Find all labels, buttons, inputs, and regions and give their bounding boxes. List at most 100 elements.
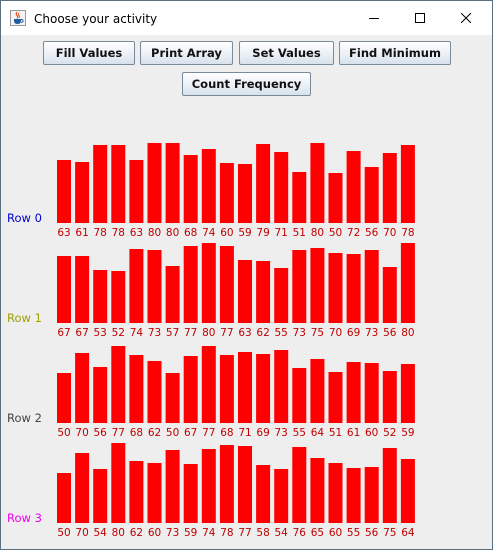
value-label: 80 (202, 327, 215, 339)
bar (219, 445, 234, 523)
bar (238, 260, 252, 323)
value-label: 57 (166, 327, 179, 339)
value-label: 54 (275, 527, 289, 539)
value-label: 59 (401, 427, 414, 439)
value-label: 70 (75, 427, 88, 439)
value-label: 74 (202, 527, 216, 539)
row-label: Row 1 (7, 311, 42, 325)
value-label: 52 (383, 427, 396, 439)
bar (382, 371, 397, 423)
value-label: 67 (184, 427, 197, 439)
bar (292, 172, 307, 223)
row-label: Row 3 (7, 511, 42, 525)
bar (219, 163, 234, 223)
bar (238, 164, 252, 223)
bar (364, 467, 379, 523)
close-button[interactable] (443, 1, 489, 35)
row-label: Row 0 (7, 211, 42, 225)
value-label: 73 (166, 527, 179, 539)
bar (93, 145, 108, 223)
value-label: 69 (347, 327, 360, 339)
value-label: 76 (293, 527, 307, 539)
value-label: 64 (401, 527, 415, 539)
bar (201, 149, 216, 223)
bar (274, 469, 289, 523)
value-label: 78 (220, 527, 233, 539)
maximize-button[interactable] (397, 1, 443, 35)
bar (364, 167, 379, 223)
value-label: 51 (329, 427, 342, 439)
value-label: 55 (347, 527, 360, 539)
value-label: 70 (75, 527, 88, 539)
value-label: 50 (57, 427, 70, 439)
value-label: 67 (75, 327, 88, 339)
bar (183, 155, 198, 223)
value-label: 51 (293, 227, 306, 239)
title-bar[interactable]: Choose your activity (1, 1, 492, 35)
bar (165, 373, 180, 423)
bar (364, 250, 379, 323)
bar (346, 362, 361, 423)
bar (382, 448, 397, 523)
bar (129, 461, 144, 523)
value-label: 50 (329, 227, 342, 239)
bar (364, 363, 379, 423)
bar (57, 256, 71, 323)
minimize-icon (369, 18, 379, 19)
bar (382, 153, 397, 223)
bar (328, 173, 343, 223)
bar (346, 151, 361, 223)
value-label: 69 (256, 427, 269, 439)
close-icon (461, 13, 471, 23)
value-label: 59 (184, 527, 197, 539)
value-label: 78 (401, 227, 414, 239)
value-label: 59 (238, 227, 251, 239)
bar (201, 243, 216, 323)
value-label: 56 (365, 227, 379, 239)
bar (57, 373, 71, 423)
value-label: 72 (347, 227, 360, 239)
row-3: Row 3 50 70 54 80 62 60 73 59 74 78 77 58 54 76 65 60 55 5… (7, 443, 415, 539)
bar (328, 372, 343, 423)
value-label: 60 (148, 527, 161, 539)
value-label: 79 (256, 227, 269, 239)
bar (129, 160, 144, 223)
bar (238, 352, 252, 423)
bar (111, 145, 126, 223)
value-label: 61 (75, 227, 88, 239)
value-label: 61 (347, 427, 360, 439)
value-label: 68 (184, 227, 197, 239)
minimize-button[interactable] (351, 1, 397, 35)
row-2: Row 2 50 70 56 77 68 62 50 67 77 68 71 69 73 55 64 51 61 6… (7, 346, 415, 439)
value-label: 80 (166, 227, 179, 239)
bar (129, 355, 144, 423)
bar (256, 261, 271, 323)
bar (292, 447, 307, 523)
bar (201, 449, 216, 523)
value-label: 54 (94, 527, 108, 539)
bar (346, 254, 361, 323)
value-label: 80 (112, 527, 125, 539)
bar (310, 458, 325, 523)
value-label: 71 (238, 427, 251, 439)
bar (292, 368, 307, 423)
bar (201, 346, 216, 423)
value-label: 56 (94, 427, 108, 439)
value-label: 60 (329, 527, 342, 539)
bar (165, 143, 180, 223)
content-pane: Fill Values Print Array Set Values Find … (1, 35, 492, 549)
value-label: 55 (293, 427, 306, 439)
value-label: 62 (130, 527, 143, 539)
bar (219, 246, 234, 323)
value-label: 73 (148, 327, 161, 339)
bar (183, 464, 198, 523)
bar (328, 253, 343, 323)
bar (129, 249, 144, 323)
value-label: 63 (130, 227, 143, 239)
value-label: 50 (166, 427, 179, 439)
bar (400, 364, 415, 423)
bar (75, 256, 90, 323)
value-label: 75 (383, 527, 396, 539)
value-label: 67 (57, 327, 70, 339)
value-label: 71 (275, 227, 288, 239)
